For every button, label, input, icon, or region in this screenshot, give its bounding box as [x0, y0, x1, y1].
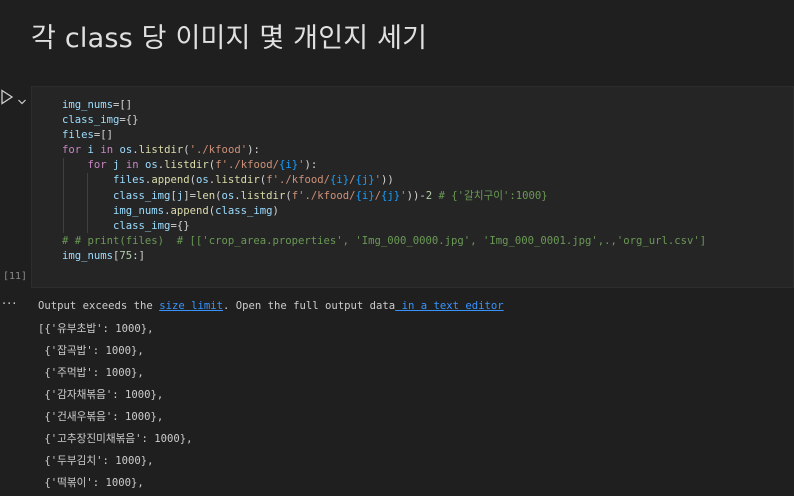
output-line: {'감자채볶음': 1000},	[38, 389, 164, 401]
code-token: []	[100, 129, 114, 142]
code-token: listdir	[240, 189, 286, 202]
code-line: files.append(os.listdir(f'./kfood/{i}/{j…	[62, 173, 706, 188]
code-token: listdir	[164, 159, 209, 172]
code-token: img_nums	[113, 204, 165, 217]
code-line: for j in os.listdir(f'./kfood/{i}'):	[62, 158, 706, 173]
code-token: {}	[176, 219, 190, 232]
code-token: # {'갈치구이':1000}	[438, 189, 548, 202]
output-line: [{'유부초밥': 1000},	[38, 323, 154, 335]
code-token: {i}	[329, 174, 350, 187]
play-icon	[1, 89, 14, 105]
ellipsis-icon[interactable]: ···	[2, 297, 17, 312]
output-line: {'잡곡밥': 1000},	[38, 345, 144, 357]
code-token: ))	[381, 174, 394, 187]
code-line: # # print(files) # [['crop_area.properti…	[62, 234, 706, 249]
code-line: img_nums=[]	[62, 98, 706, 113]
code-line: files=[]	[62, 128, 706, 143]
code-token: []	[119, 99, 133, 111]
code-token: 75	[119, 249, 133, 262]
code-token: os	[221, 189, 235, 202]
code-line: img_nums.append(class_img)	[62, 204, 706, 219]
code-token: ))-	[406, 189, 426, 202]
code-token: append	[151, 174, 190, 187]
output-line: {'건새우볶음': 1000},	[38, 411, 164, 423]
code-token: len	[195, 189, 216, 202]
code-line: class_img[j]=len(os.listdir(f'./kfood/{i…	[62, 189, 706, 204]
code-token: :]	[132, 249, 145, 262]
cell-output: Output exceeds the size limit. Open the …	[38, 300, 504, 494]
code-token: files	[62, 129, 94, 142]
code-token: {j}	[355, 174, 375, 187]
output-line: {'주먹밥': 1000},	[38, 367, 144, 379]
code-line: class_img={}	[62, 113, 706, 128]
code-token: for	[62, 144, 82, 157]
code-token: listdir	[215, 174, 260, 187]
code-token: # # print(files) # [['crop_area.properti…	[62, 234, 707, 247]
code-line: class_img={}	[62, 219, 706, 234]
code-token: os	[144, 159, 158, 172]
code-token: listdir	[138, 144, 184, 157]
execution-count: [11]	[3, 271, 28, 282]
code-token: class_img	[215, 204, 273, 217]
output-text: [{'유부초밥': 1000}, {'잡곡밥': 1000}, {'주먹밥': …	[38, 318, 504, 494]
code-cell-editor[interactable]: img_nums=[] class_img={} files=[] for i in …	[31, 86, 794, 288]
code-token: f'./kfood/	[215, 159, 279, 172]
code-token: for	[87, 159, 107, 172]
code-token: class_img	[113, 189, 171, 202]
code-token: './kfood'	[189, 144, 248, 157]
markdown-heading: 각 class 당 이미지 몇 개인지 세기	[31, 23, 428, 54]
run-options-dropdown[interactable]	[17, 92, 27, 105]
code-token: ):	[304, 159, 318, 172]
run-cell-button[interactable]	[0, 89, 14, 105]
code-token: class_img	[113, 219, 171, 232]
output-line: {'고추장진미채볶음': 1000},	[38, 433, 193, 445]
code-token: os	[119, 144, 133, 157]
code-token: in	[100, 144, 114, 157]
code-token: os	[195, 174, 209, 187]
code-token: f'./kfood/	[291, 189, 356, 202]
code-token: files	[113, 174, 145, 187]
code-token: {j}	[381, 189, 401, 202]
code-token: class_img	[62, 114, 120, 127]
code-token: f'./kfood/	[266, 174, 330, 187]
code-line: img_nums[75:]	[62, 249, 706, 264]
code-token: img_nums	[62, 99, 114, 111]
code-token: img_nums	[62, 249, 114, 262]
notice-text: . Open the full output data	[222, 300, 396, 312]
output-line: {'두부김치': 1000},	[38, 455, 154, 467]
code-token: ]=	[183, 189, 196, 202]
code-token: {i}	[278, 159, 299, 172]
code-token: append	[170, 204, 209, 217]
code-token: in	[125, 159, 139, 172]
output-notice: Output exceeds the size limit. Open the …	[38, 300, 504, 312]
size-limit-link[interactable]: size limit	[159, 300, 223, 312]
code-token: )	[272, 204, 279, 217]
notice-text: Output exceeds the	[38, 300, 160, 312]
code-line: for i in os.listdir('./kfood'):	[62, 143, 706, 158]
code-token: ):	[247, 144, 260, 157]
chevron-down-icon	[18, 99, 26, 105]
code-token: {i}	[355, 189, 375, 202]
code-block: img_nums=[] class_img={} files=[] for i in …	[62, 98, 706, 264]
output-line: {'떡볶이': 1000},	[38, 477, 144, 489]
code-token: {}	[125, 114, 139, 127]
open-in-text-editor-link[interactable]: in a text editor	[395, 300, 504, 312]
